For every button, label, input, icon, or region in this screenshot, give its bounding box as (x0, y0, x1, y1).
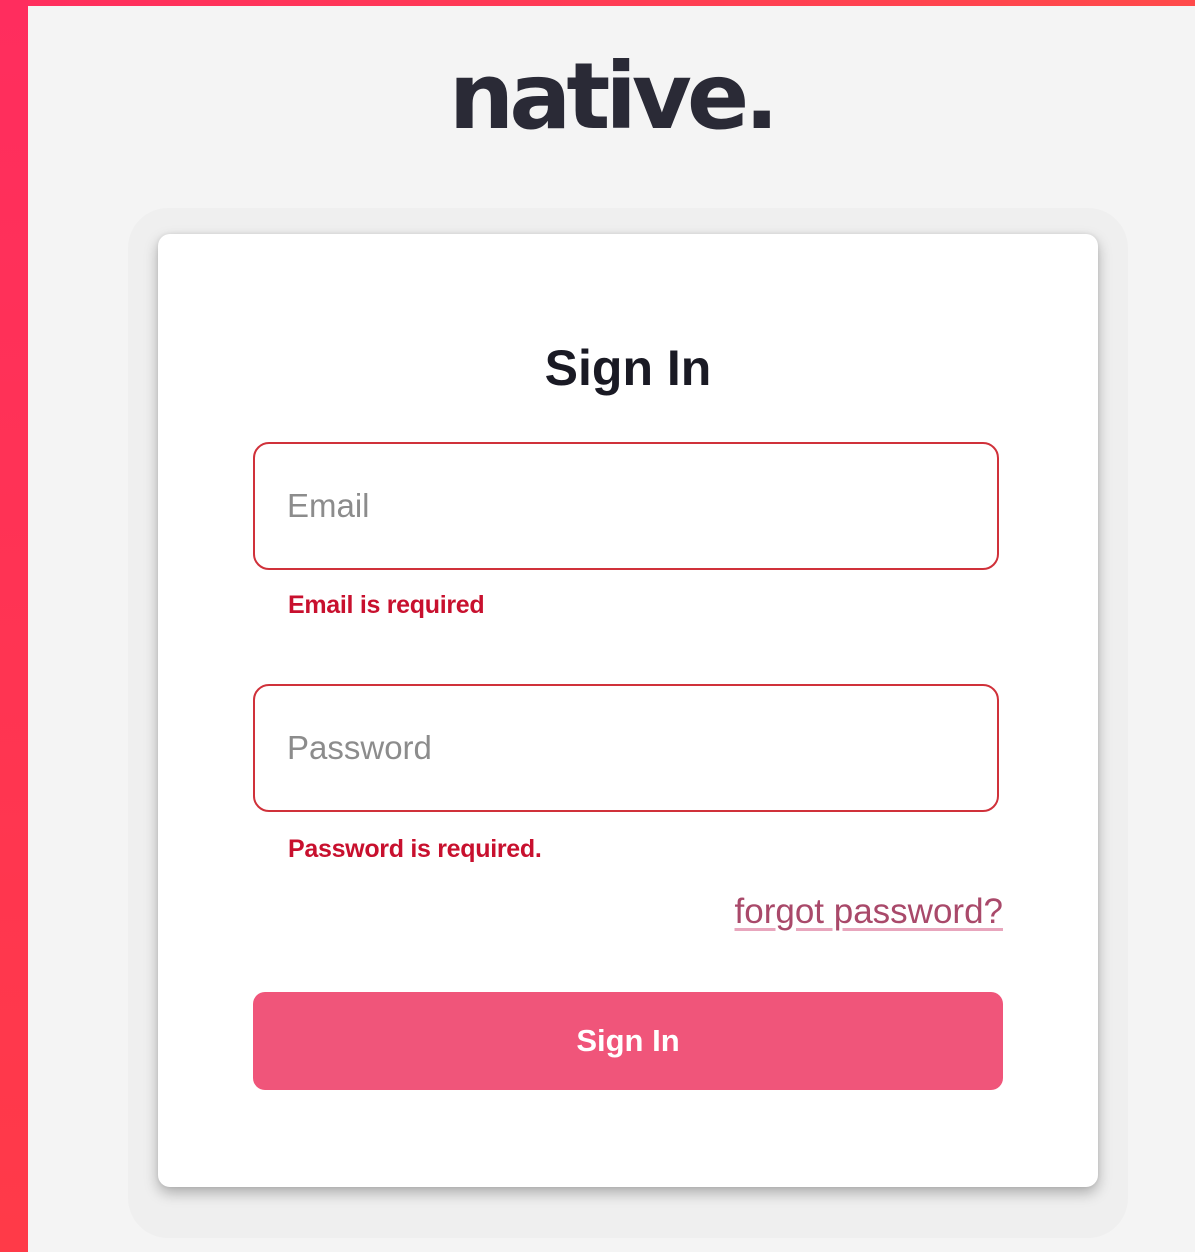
password-error-message: Password is required. (288, 835, 542, 863)
page-title: Sign In (544, 340, 712, 396)
password-input[interactable] (287, 686, 967, 810)
email-error-message: Email is required (288, 591, 485, 619)
forgot-password-link[interactable]: forgot password? (735, 892, 1003, 932)
sign-in-button[interactable]: Sign In (253, 992, 1003, 1090)
email-field-container (253, 442, 999, 570)
email-input[interactable] (287, 444, 967, 568)
brand-logo: native. (448, 43, 779, 150)
sign-in-card: Sign In Email is required Password is re… (158, 234, 1098, 1187)
top-accent-bar (0, 0, 1195, 6)
left-accent-bar (0, 0, 28, 1252)
password-field-container (253, 684, 999, 812)
